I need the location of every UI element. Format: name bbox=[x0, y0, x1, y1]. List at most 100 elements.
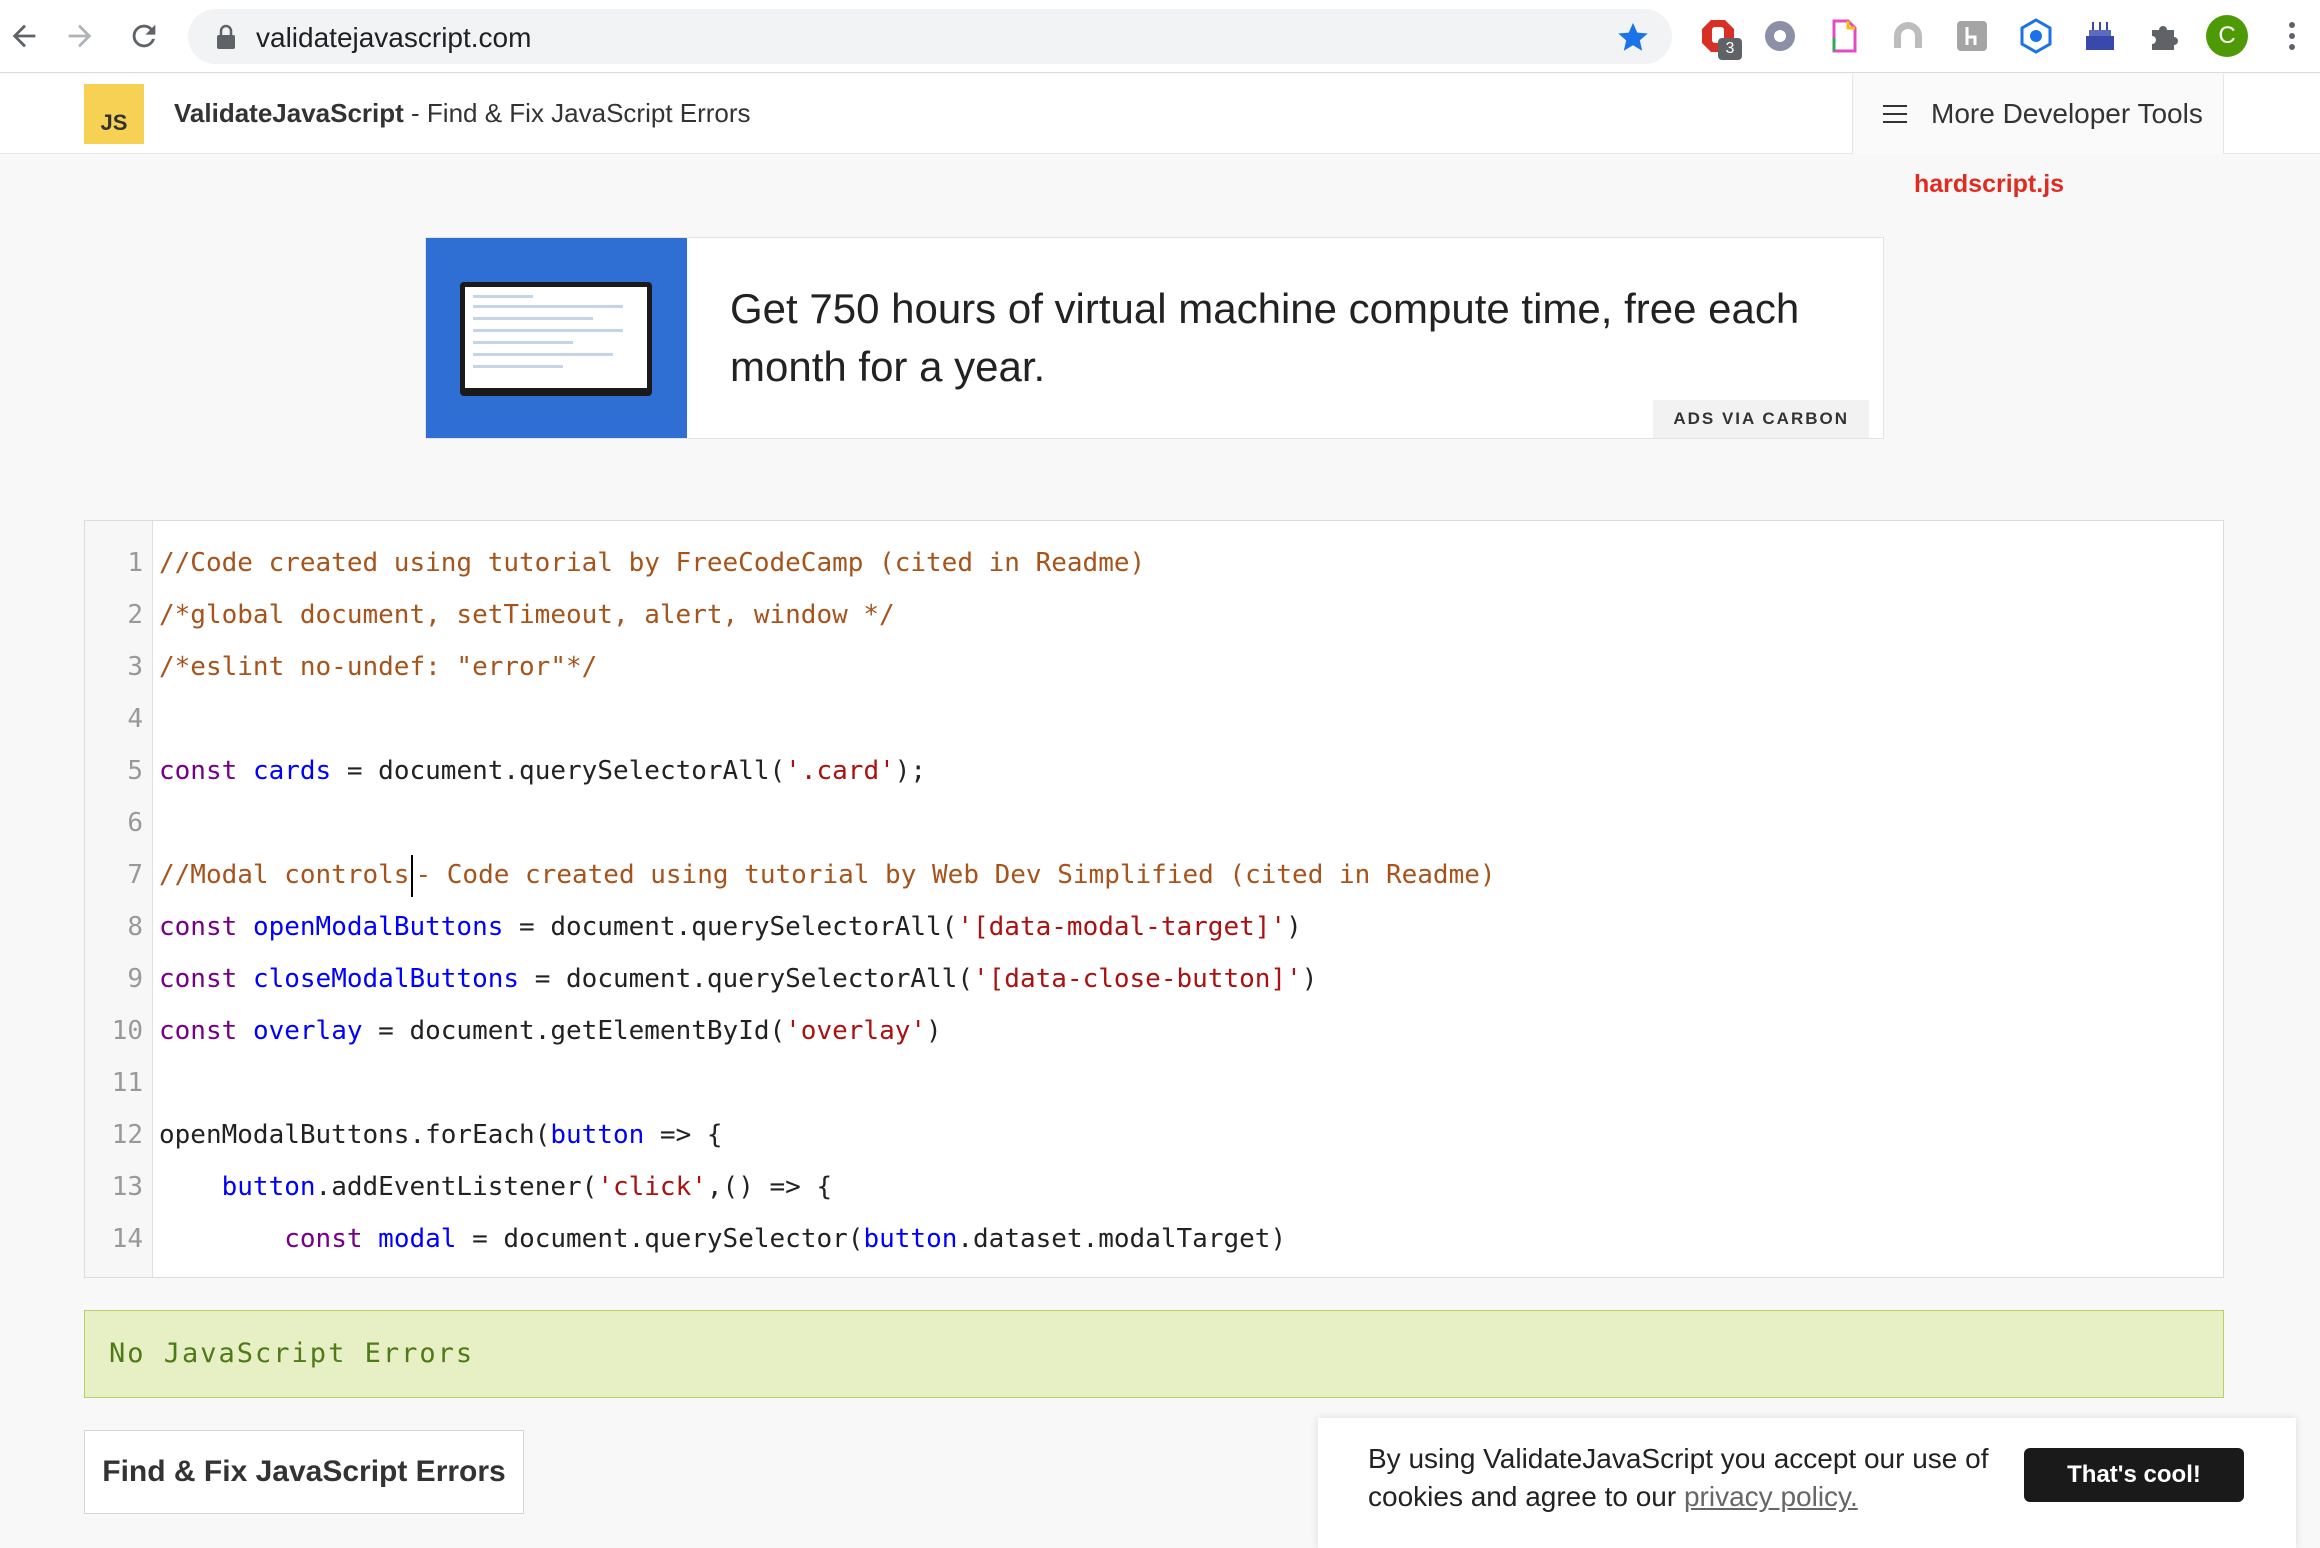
code-token: const bbox=[159, 1016, 238, 1046]
line-number: 5 bbox=[127, 756, 143, 786]
code-token: openModalButtons bbox=[252, 912, 504, 942]
privacy-policy-link[interactable]: privacy policy. bbox=[1684, 1481, 1858, 1512]
sponsor-link[interactable]: hardscript.js bbox=[1914, 170, 2064, 199]
reload-button[interactable] bbox=[120, 12, 168, 60]
site-title[interactable]: ValidateJavaScript - Find & Fix JavaScri… bbox=[174, 98, 751, 129]
code-line[interactable]: 15 openModal(modal) bbox=[85, 1265, 2223, 1277]
ad-image[interactable] bbox=[426, 238, 687, 438]
cookie-message: By using ValidateJavaScript you accept o… bbox=[1368, 1440, 2008, 1516]
extension-arch[interactable] bbox=[1890, 18, 1926, 54]
code-token: = document.getElementById( bbox=[362, 1016, 786, 1046]
extension-circle[interactable] bbox=[1762, 18, 1798, 54]
code-line[interactable]: 14 const modal = document.querySelector(… bbox=[85, 1213, 2223, 1265]
code-token: ) bbox=[1301, 964, 1318, 994]
code-editor[interactable]: 1 //Code created using tutorial by FreeCo… bbox=[84, 520, 2224, 1278]
line-text[interactable]: const cards = document.querySelectorAll(… bbox=[159, 745, 926, 797]
code-line[interactable]: 3 /*eslint no-undef: "error"*/ bbox=[85, 641, 2223, 693]
line-number: 2 bbox=[127, 600, 143, 630]
js-logo[interactable]: JS bbox=[84, 84, 144, 144]
line-number: 4 bbox=[127, 704, 143, 734]
code-token: .addEventListener( bbox=[315, 1172, 598, 1202]
code-token: button bbox=[221, 1172, 316, 1202]
code-line[interactable]: 5 const cards = document.querySelectorAll… bbox=[85, 745, 2223, 797]
code-token: /*global document, setTimeout, alert, wi… bbox=[159, 600, 895, 630]
code-token: const bbox=[159, 756, 238, 786]
line-text[interactable]: const closeModalButtons = document.query… bbox=[159, 953, 1317, 1005]
line-text[interactable]: /*eslint no-undef: "error"*/ bbox=[159, 641, 597, 693]
code-line[interactable]: 13 button.addEventListener('click',() =>… bbox=[85, 1161, 2223, 1213]
code-token: modal bbox=[378, 1224, 457, 1254]
code-line[interactable]: 11 bbox=[85, 1057, 2223, 1109]
find-fix-errors-button[interactable]: Find & Fix JavaScript Errors bbox=[84, 1430, 524, 1514]
line-text[interactable]: openModal(modal) bbox=[159, 1265, 535, 1277]
brand-name: ValidateJavaScript bbox=[174, 98, 404, 128]
h-box-icon bbox=[1957, 21, 1987, 51]
code-token: ) bbox=[1286, 912, 1302, 942]
line-text[interactable]: openModalButtons.forEach(button => { bbox=[159, 1109, 723, 1161]
lock-icon bbox=[217, 24, 235, 49]
code-line[interactable]: 1 //Code created using tutorial by FreeCo… bbox=[85, 537, 2223, 589]
star-icon[interactable] bbox=[1616, 20, 1650, 54]
back-button[interactable] bbox=[0, 12, 48, 60]
line-text[interactable]: //Code created using tutorial by FreeCod… bbox=[159, 537, 1145, 589]
url-text[interactable]: validatejavascript.com bbox=[256, 22, 531, 54]
code-line[interactable]: 9 const closeModalButtons = document.quer… bbox=[85, 953, 2223, 1005]
code-line[interactable]: 2 /*global document, setTimeout, alert, w… bbox=[85, 589, 2223, 641]
line-number: 14 bbox=[111, 1224, 143, 1254]
extensions-puzzle[interactable] bbox=[2146, 18, 2182, 54]
carbon-ad[interactable]: Get 750 hours of virtual machine compute… bbox=[425, 237, 1884, 439]
code-token: = document.querySelectorAll( bbox=[331, 756, 786, 786]
code-token: cards bbox=[252, 756, 332, 786]
arrow-left-icon bbox=[12, 24, 36, 48]
line-text[interactable]: button.addEventListener('click',() => { bbox=[159, 1161, 833, 1213]
extension-page[interactable] bbox=[1826, 18, 1862, 54]
ad-text[interactable]: Get 750 hours of virtual machine compute… bbox=[730, 280, 1860, 396]
cookie-accept-button[interactable]: That's cool! bbox=[2024, 1448, 2244, 1502]
code-token: ) bbox=[519, 1276, 535, 1277]
line-number: 10 bbox=[111, 1016, 143, 1046]
code-token: openModalButtons.forEach( bbox=[159, 1120, 551, 1150]
cookie-text: By using ValidateJavaScript you accept o… bbox=[1368, 1443, 1989, 1512]
address-bar[interactable]: validatejavascript.com bbox=[188, 9, 1672, 64]
code-lines[interactable]: 1 //Code created using tutorial by FreeCo… bbox=[85, 537, 2223, 1277]
code-line[interactable]: 10 const overlay = document.getElementByI… bbox=[85, 1005, 2223, 1057]
code-token: ) bbox=[926, 1016, 942, 1046]
code-token: = document.querySelector( bbox=[456, 1224, 864, 1254]
logo-text: JS bbox=[100, 110, 128, 135]
code-line[interactable]: 8 const openModalButtons = document.query… bbox=[85, 901, 2223, 953]
line-text[interactable]: const overlay = document.getElementById(… bbox=[159, 1005, 942, 1057]
code-token: overlay bbox=[252, 1016, 363, 1046]
profile-avatar[interactable]: C bbox=[2206, 15, 2248, 57]
line-text[interactable]: const openModalButtons = document.queryS… bbox=[159, 901, 1302, 953]
extension-cake[interactable] bbox=[2082, 18, 2118, 54]
line-text[interactable]: /*global document, setTimeout, alert, wi… bbox=[159, 589, 895, 641]
more-menu-icon[interactable] bbox=[2282, 18, 2302, 54]
code-token: const bbox=[159, 912, 238, 942]
browser-toolbar: validatejavascript.com 3 C bbox=[0, 0, 2320, 73]
forward-button[interactable] bbox=[56, 12, 104, 60]
code-token: modal bbox=[441, 1276, 519, 1277]
code-token: 'click' bbox=[597, 1172, 707, 1202]
text-cursor bbox=[411, 854, 414, 897]
code-line[interactable]: 12 openModalButtons.forEach(button => { bbox=[85, 1109, 2223, 1161]
code-line[interactable]: 6 bbox=[85, 797, 2223, 849]
code-line[interactable]: 7 //Modal controls - Code created using tu… bbox=[85, 849, 2223, 901]
ads-via-carbon-label[interactable]: ADS VIA CARBON bbox=[1653, 400, 1869, 438]
code-token: openModal( bbox=[159, 1276, 441, 1277]
code-token: .dataset.modalTarget) bbox=[957, 1224, 1287, 1254]
line-number: 12 bbox=[111, 1120, 143, 1150]
code-line[interactable]: 4 bbox=[85, 693, 2223, 745]
code-token: - Code created using tutorial by Web Dev… bbox=[415, 860, 1496, 890]
line-number: 7 bbox=[127, 860, 143, 890]
extension-adblock[interactable]: 3 bbox=[1700, 18, 1742, 60]
extension-cube[interactable] bbox=[2018, 18, 2054, 54]
more-developer-tools-button[interactable]: More Developer Tools bbox=[1852, 74, 2224, 154]
line-text[interactable]: const modal = document.querySelector(but… bbox=[159, 1213, 1286, 1265]
extension-h[interactable] bbox=[1954, 18, 1990, 54]
line-text[interactable]: //Modal controls - Code created using tut… bbox=[159, 849, 1496, 901]
code-token: '[data-close-button]' bbox=[973, 964, 1302, 994]
line-number: 6 bbox=[127, 808, 143, 838]
